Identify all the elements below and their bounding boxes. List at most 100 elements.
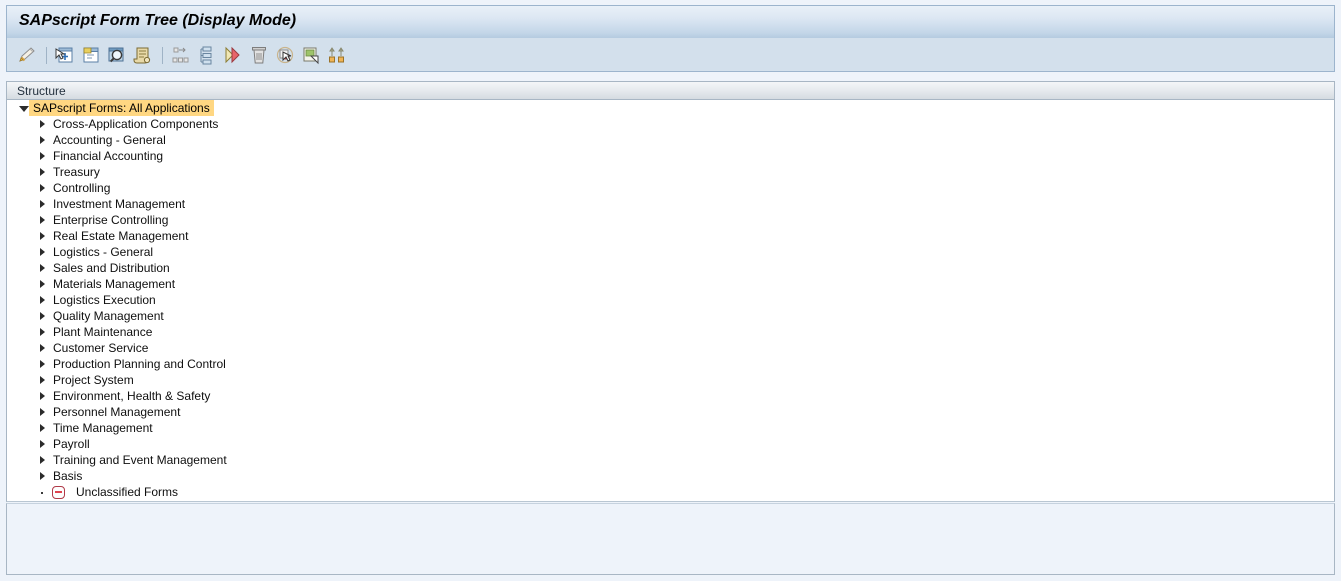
tree-node[interactable]: Training and Event Management — [7, 452, 1334, 468]
tree-node[interactable]: Personnel Management — [7, 404, 1334, 420]
form-icon[interactable] — [132, 44, 154, 66]
tree-node-label: Time Management — [53, 421, 153, 435]
tree-root-label: SAPscript Forms: All Applications — [29, 100, 214, 116]
tree-node[interactable]: Logistics - General — [7, 244, 1334, 260]
chevron-right-icon[interactable] — [37, 455, 48, 466]
toolbar: www.tutorialkart.com — [6, 38, 1335, 105]
sapscript-form-tree-window: SAPscript Form Tree (Display Mode) Struc… — [0, 0, 1341, 581]
tree-node-label: Controlling — [53, 181, 111, 195]
tree-node-label: Real Estate Management — [53, 229, 189, 243]
tree-node[interactable]: Controlling — [7, 180, 1334, 196]
sort-icon[interactable] — [170, 44, 192, 66]
tree-node-label: Quality Management — [53, 309, 164, 323]
tree-node[interactable]: Environment, Health & Safety — [7, 388, 1334, 404]
tree-node-label: Customer Service — [53, 341, 149, 355]
tree-child-nodes: Cross-Application Components Accounting -… — [7, 116, 1334, 500]
chevron-right-icon[interactable] — [37, 167, 48, 178]
leaf-bullet-icon — [37, 487, 48, 498]
change-icon[interactable] — [80, 44, 102, 66]
chevron-right-icon[interactable] — [37, 391, 48, 402]
tree-node[interactable]: Financial Accounting — [7, 148, 1334, 164]
tree-node-label: Payroll — [53, 437, 90, 451]
chevron-right-icon[interactable] — [37, 439, 48, 450]
chevron-right-icon[interactable] — [37, 311, 48, 322]
form-tree[interactable]: SAPscript Forms: All Applications Cross-… — [6, 100, 1335, 502]
tree-node[interactable]: Time Management — [7, 420, 1334, 436]
chevron-right-icon[interactable] — [37, 199, 48, 210]
copy-icon[interactable] — [274, 44, 296, 66]
chevron-right-icon[interactable] — [37, 183, 48, 194]
create-icon[interactable] — [54, 44, 76, 66]
chevron-down-icon[interactable] — [18, 103, 29, 114]
chevron-right-icon[interactable] — [37, 231, 48, 242]
chevron-right-icon[interactable] — [37, 471, 48, 482]
tree-node-label: Accounting - General — [53, 133, 166, 147]
tree-node-label: Production Planning and Control — [53, 357, 226, 371]
tree-node-label: Logistics Execution — [53, 293, 156, 307]
tree-node-label: Basis — [53, 469, 83, 483]
toolbar-separator — [162, 46, 163, 64]
tree-node-label: Project System — [53, 373, 134, 387]
chevron-right-icon[interactable] — [37, 295, 48, 306]
tree-node[interactable]: Production Planning and Control — [7, 356, 1334, 372]
tree-node-label: Plant Maintenance — [53, 325, 153, 339]
structure-column-header[interactable]: Structure — [6, 81, 1335, 100]
structure-header-label: Structure — [17, 84, 66, 98]
tree-node-label: Personnel Management — [53, 405, 181, 419]
tree-node[interactable]: Investment Management — [7, 196, 1334, 212]
chevron-right-icon[interactable] — [37, 151, 48, 162]
toolbar-buttons — [7, 38, 352, 72]
tree-node-label: Treasury — [53, 165, 100, 179]
tree-node[interactable]: Cross-Application Components — [7, 116, 1334, 132]
tree-node-label: Training and Event Management — [53, 453, 227, 467]
tree-node-label: Financial Accounting — [53, 149, 164, 163]
tree-node[interactable]: Project System — [7, 372, 1334, 388]
tree-node-label: Materials Management — [53, 277, 176, 291]
tree-node-label: Logistics - General — [53, 245, 154, 259]
unclassified-forms-icon[interactable] — [52, 485, 65, 499]
transport-icon[interactable] — [300, 44, 322, 66]
chevron-right-icon[interactable] — [37, 423, 48, 434]
display-change-icon[interactable] — [16, 44, 38, 66]
tree-node[interactable]: Logistics Execution — [7, 292, 1334, 308]
where-used-icon[interactable] — [326, 44, 348, 66]
tree-node[interactable]: Payroll — [7, 436, 1334, 452]
delete-icon[interactable] — [248, 44, 270, 66]
title-bar: SAPscript Form Tree (Display Mode) — [6, 5, 1335, 38]
tree-node-label: Environment, Health & Safety — [53, 389, 211, 403]
tree-node[interactable]: Accounting - General — [7, 132, 1334, 148]
tree-node[interactable]: Basis — [7, 468, 1334, 484]
chevron-right-icon[interactable] — [37, 135, 48, 146]
tree-node[interactable]: Sales and Distribution — [7, 260, 1334, 276]
tree-node-label: Enterprise Controlling — [53, 213, 169, 227]
tree-node[interactable]: Real Estate Management — [7, 228, 1334, 244]
lower-empty-pane — [6, 503, 1335, 575]
chevron-right-icon[interactable] — [37, 343, 48, 354]
toolbar-separator — [46, 46, 47, 64]
tree-node[interactable]: Enterprise Controlling — [7, 212, 1334, 228]
chevron-right-icon[interactable] — [37, 407, 48, 418]
tree-node[interactable]: Materials Management — [7, 276, 1334, 292]
tree-node-label: Cross-Application Components — [53, 117, 219, 131]
tree-node-label: Unclassified Forms — [76, 485, 179, 499]
chevron-right-icon[interactable] — [37, 279, 48, 290]
chevron-right-icon[interactable] — [37, 359, 48, 370]
tree-node[interactable]: Plant Maintenance — [7, 324, 1334, 340]
chevron-right-icon[interactable] — [37, 327, 48, 338]
tree-node[interactable]: Customer Service — [7, 340, 1334, 356]
expand-all-icon[interactable] — [222, 44, 244, 66]
chevron-right-icon[interactable] — [37, 119, 48, 130]
chevron-right-icon[interactable] — [37, 263, 48, 274]
hierarchy-icon[interactable] — [196, 44, 218, 66]
page-title: SAPscript Form Tree (Display Mode) — [19, 12, 297, 29]
tree-node-label: Sales and Distribution — [53, 261, 170, 275]
chevron-right-icon[interactable] — [37, 375, 48, 386]
tree-node[interactable]: Quality Management — [7, 308, 1334, 324]
tree-node[interactable]: Treasury — [7, 164, 1334, 180]
tree-root-node[interactable]: SAPscript Forms: All Applications — [7, 100, 1334, 116]
chevron-right-icon[interactable] — [37, 247, 48, 258]
display-icon[interactable] — [106, 44, 128, 66]
tree-node[interactable]: Unclassified Forms — [7, 484, 1334, 500]
chevron-right-icon[interactable] — [37, 215, 48, 226]
tree-node-label: Investment Management — [53, 197, 186, 211]
